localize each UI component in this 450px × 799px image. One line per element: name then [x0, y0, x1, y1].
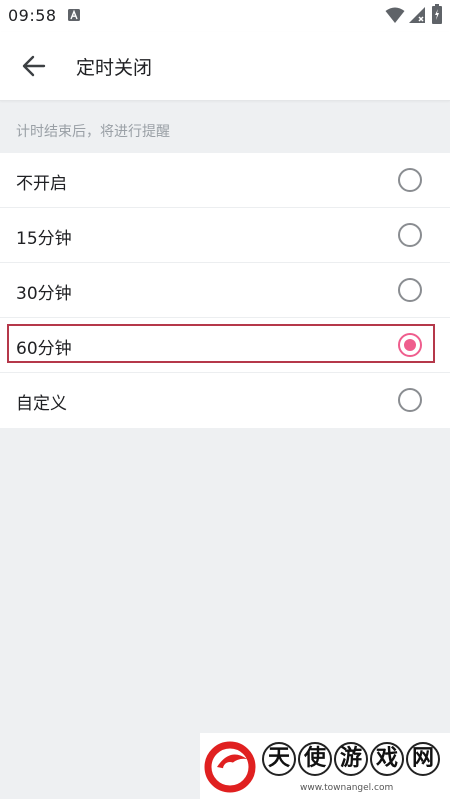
radio-button[interactable] [398, 223, 422, 247]
option-custom[interactable]: 自定义 [0, 373, 450, 428]
option-label: 30分钟 [16, 284, 72, 304]
watermark-char: 天 [262, 742, 296, 776]
radio-button-selected[interactable] [398, 333, 422, 357]
hint-text: 计时结束后，将进行提醒 [16, 124, 170, 140]
radio-button[interactable] [398, 168, 422, 192]
watermark-text: 天 使 游 戏 网 [262, 742, 440, 776]
signal-icon [409, 7, 425, 23]
timer-options-list: 不开启 15分钟 30分钟 60分钟 自定义 [0, 153, 450, 428]
watermark-char: 使 [298, 742, 332, 776]
option-label: 自定义 [16, 394, 67, 414]
radio-button[interactable] [398, 278, 422, 302]
option-30-min[interactable]: 30分钟 [0, 263, 450, 318]
status-bar: 09:58 [0, 0, 450, 32]
option-label: 不开启 [16, 174, 67, 194]
watermark-char: 网 [406, 742, 440, 776]
status-time: 09:58 [8, 6, 57, 25]
option-off[interactable]: 不开启 [0, 153, 450, 208]
watermark: 天 使 游 戏 网 www.townangel.com [200, 733, 450, 799]
angel-logo-icon [204, 741, 256, 793]
watermark-url: www.townangel.com [300, 783, 394, 793]
notification-a-icon [68, 9, 80, 21]
wifi-icon [385, 7, 405, 23]
option-60-min[interactable]: 60分钟 [0, 318, 450, 373]
option-label: 15分钟 [16, 229, 72, 249]
option-15-min[interactable]: 15分钟 [0, 208, 450, 263]
back-arrow-icon[interactable] [20, 52, 48, 80]
app-bar: 定时关闭 [0, 32, 450, 101]
watermark-char: 游 [334, 742, 368, 776]
page-title: 定时关闭 [76, 57, 153, 79]
radio-dot [404, 339, 416, 351]
option-label: 60分钟 [16, 339, 72, 359]
watermark-char: 戏 [370, 742, 404, 776]
radio-button[interactable] [398, 388, 422, 412]
battery-charging-icon [432, 4, 442, 24]
